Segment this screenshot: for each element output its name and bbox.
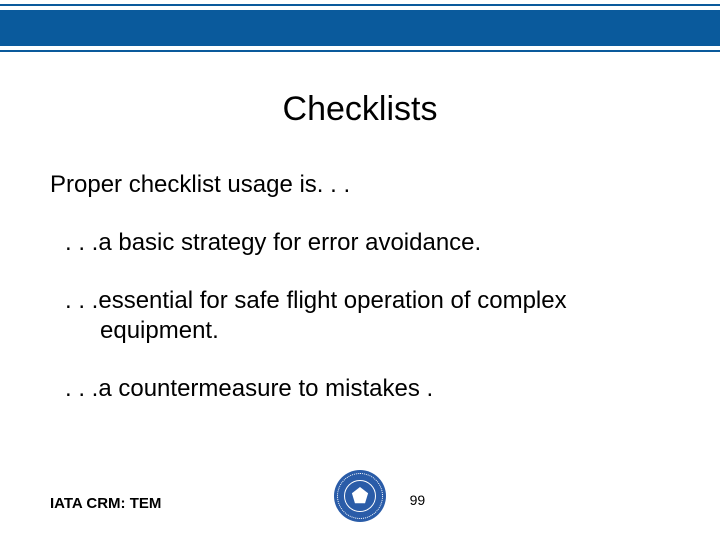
header-band <box>0 10 720 46</box>
slide-title: Checklists <box>0 90 720 129</box>
slide-footer: IATA CRM: TEM 99 <box>50 466 670 522</box>
bullet-2: . . .essential for safe flight operation… <box>50 286 660 346</box>
bullet-3: . . .a countermeasure to mistakes . <box>50 374 660 404</box>
lead-text: Proper checklist usage is. . . <box>50 170 660 200</box>
footer-source: IATA CRM: TEM <box>50 495 161 512</box>
bullet-1: . . .a basic strategy for error avoidanc… <box>50 228 660 258</box>
page-number: 99 <box>410 492 426 508</box>
footer-logo <box>334 470 386 522</box>
header-rule-bottom <box>0 50 720 52</box>
header-rule-top <box>0 4 720 6</box>
bullet-2-line2: equipment. <box>65 316 219 346</box>
bullet-2-line1: . . .essential for safe flight operation… <box>65 287 567 314</box>
iata-seal-icon <box>334 470 386 522</box>
slide-body: Proper checklist usage is. . . . . .a ba… <box>50 170 660 432</box>
seal-glyph-icon <box>351 487 369 505</box>
